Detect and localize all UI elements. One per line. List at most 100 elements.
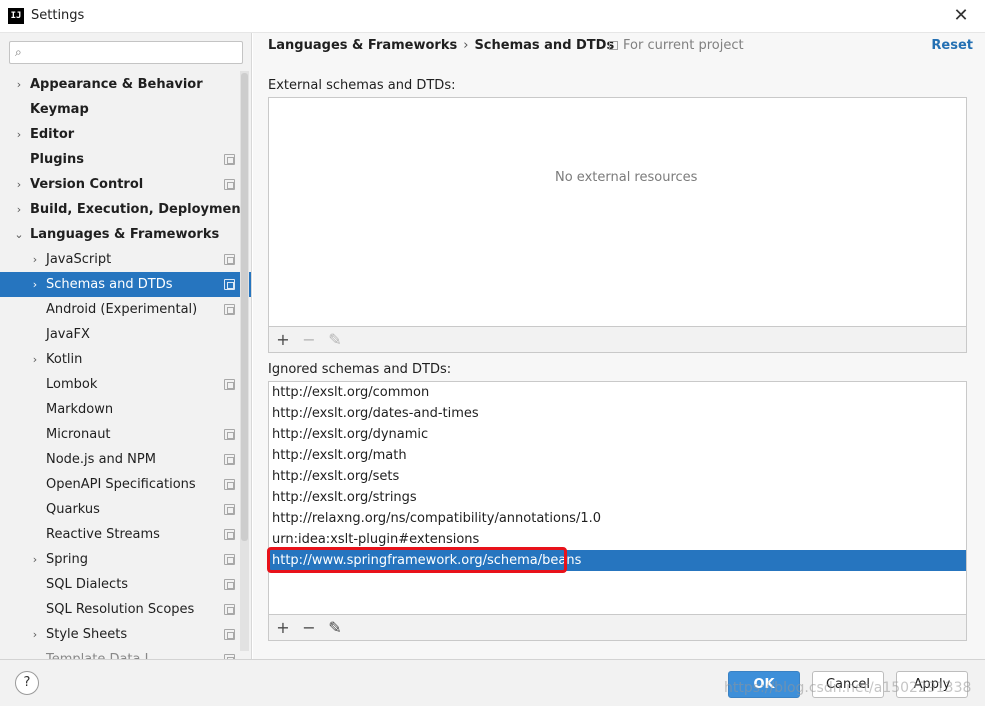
ignored-schema-row[interactable]: urn:idea:xslt-plugin#extensions	[269, 529, 966, 550]
ignored-schemas-label: Ignored schemas and DTDs:	[268, 362, 452, 377]
ignored-schema-row[interactable]: http://exslt.org/strings	[269, 487, 966, 508]
sidebar-item[interactable]: ⌄ Languages & Frameworks	[0, 222, 251, 247]
sidebar-item-label: Reactive Streams	[46, 527, 160, 542]
sidebar-item-label: Spring	[46, 552, 88, 567]
chevron-right-icon[interactable]: ›	[29, 272, 41, 297]
ok-button[interactable]: OK	[728, 671, 800, 698]
settings-sidebar: ⌕ › Appearance & Behavior Keymap › Editor Plu…	[0, 33, 252, 659]
close-icon[interactable]: ✕	[949, 4, 973, 28]
project-scope-icon	[609, 41, 618, 50]
chevron-right-icon[interactable]: ›	[29, 347, 41, 372]
chevron-right-icon[interactable]: ›	[13, 172, 25, 197]
sidebar-item-label: Appearance & Behavior	[30, 77, 203, 92]
sidebar-item[interactable]: Keymap	[0, 97, 251, 122]
project-scope-icon	[224, 479, 235, 490]
sidebar-item-label: Markdown	[46, 402, 114, 417]
sidebar-item-label: SQL Dialects	[46, 577, 129, 592]
cancel-button[interactable]: Cancel	[812, 671, 884, 698]
ignored-schema-row[interactable]: http://exslt.org/common	[269, 382, 966, 403]
breadcrumb-item: Schemas and DTDs	[474, 38, 615, 53]
dialog-footer: ? OK Cancel Apply https://blog.csdn.net/…	[0, 659, 985, 706]
chevron-right-icon[interactable]: ›	[29, 247, 41, 272]
external-empty-text: No external resources	[555, 170, 698, 185]
sidebar-item-label: SQL Resolution Scopes	[46, 602, 195, 617]
sidebar-item-label: Node.js and NPM	[46, 452, 156, 467]
sidebar-item-label: Micronaut	[46, 427, 111, 442]
ignored-schema-url: http://exslt.org/strings	[272, 490, 417, 505]
ignored-schema-row[interactable]: http://relaxng.org/ns/compatibility/anno…	[269, 508, 966, 529]
apply-button[interactable]: Apply	[896, 671, 968, 698]
sidebar-item-label: Languages & Frameworks	[30, 227, 220, 242]
sidebar-item[interactable]: › Schemas and DTDs	[0, 272, 251, 297]
sidebar-item-label: Editor	[30, 127, 75, 142]
chevron-down-icon[interactable]: ⌄	[13, 222, 25, 247]
sidebar-item[interactable]: Reactive Streams	[0, 522, 251, 547]
project-scope-icon	[224, 304, 235, 315]
sidebar-item-label: Lombok	[46, 377, 98, 392]
sidebar-item[interactable]: Android (Experimental)	[0, 297, 251, 322]
edit-external-button[interactable]: ✎	[325, 330, 345, 350]
project-scope-icon	[224, 279, 235, 290]
settings-search-box[interactable]: ⌕	[9, 41, 243, 64]
ignored-schema-row[interactable]: http://exslt.org/math	[269, 445, 966, 466]
sidebar-item[interactable]: › Kotlin	[0, 347, 251, 372]
ignored-schemas-list[interactable]: http://exslt.org/common http://exslt.org/…	[267, 381, 967, 615]
sidebar-item[interactable]: › Appearance & Behavior	[0, 72, 251, 97]
external-schemas-list[interactable]: No external resources	[268, 97, 967, 327]
sidebar-item[interactable]: Template Data L...	[0, 647, 251, 659]
settings-tree: › Appearance & Behavior Keymap › Editor Plugi…	[0, 72, 251, 659]
chevron-right-icon[interactable]: ›	[29, 547, 41, 572]
chevron-right-icon[interactable]: ›	[13, 72, 25, 97]
sidebar-item-label: Style Sheets	[46, 627, 128, 642]
chevron-right-icon[interactable]: ›	[13, 197, 25, 222]
ignored-schema-row[interactable]: http://exslt.org/dynamic	[269, 424, 966, 445]
project-scope-icon	[224, 604, 235, 615]
sidebar-item[interactable]: › Version Control	[0, 172, 251, 197]
sidebar-item-label: Keymap	[30, 102, 89, 117]
ignored-schema-row[interactable]: http://www.springframework.org/schema/be…	[267, 547, 966, 573]
remove-ignored-button[interactable]: −	[299, 618, 319, 638]
sidebar-item-label: Quarkus	[46, 502, 100, 517]
add-external-button[interactable]: +	[273, 330, 293, 350]
sidebar-item-label: OpenAPI Specifications	[46, 477, 196, 492]
sidebar-item[interactable]: › Build, Execution, Deployment	[0, 197, 251, 222]
project-scope-note: For current project	[609, 38, 744, 53]
sidebar-item[interactable]: Quarkus	[0, 497, 251, 522]
sidebar-item[interactable]: › Spring	[0, 547, 251, 572]
help-button[interactable]: ?	[15, 671, 39, 695]
project-scope-icon	[224, 179, 235, 190]
sidebar-scrollbar-thumb[interactable]	[241, 73, 248, 541]
sidebar-item[interactable]: Plugins	[0, 147, 251, 172]
sidebar-item[interactable]: SQL Resolution Scopes	[0, 597, 251, 622]
breadcrumb: Languages & Frameworks › Schemas and DTDs	[268, 38, 614, 55]
ignored-schema-row[interactable]: http://exslt.org/dates-and-times	[269, 403, 966, 424]
sidebar-item-label: Android (Experimental)	[46, 302, 198, 317]
sidebar-item-label: Version Control	[30, 177, 144, 192]
sidebar-item[interactable]: › Style Sheets	[0, 622, 251, 647]
sidebar-item[interactable]: OpenAPI Specifications	[0, 472, 251, 497]
sidebar-item[interactable]: › JavaScript	[0, 247, 251, 272]
sidebar-item[interactable]: JavaFX	[0, 322, 251, 347]
add-ignored-button[interactable]: +	[273, 618, 293, 638]
sidebar-item-label: Kotlin	[46, 352, 83, 367]
project-scope-icon	[224, 554, 235, 565]
project-scope-icon	[224, 504, 235, 515]
chevron-right-icon[interactable]: ›	[29, 622, 41, 647]
intellij-icon: IJ	[8, 8, 24, 24]
search-icon: ⌕	[15, 45, 22, 59]
chevron-right-icon[interactable]: ›	[13, 122, 25, 147]
ignored-schema-url: http://exslt.org/math	[272, 448, 407, 463]
sidebar-item[interactable]: › Editor	[0, 122, 251, 147]
settings-search-input[interactable]	[34, 44, 234, 61]
project-scope-icon	[224, 454, 235, 465]
edit-ignored-button[interactable]: ✎	[325, 618, 345, 638]
sidebar-item[interactable]: Node.js and NPM	[0, 447, 251, 472]
reset-link[interactable]: Reset	[931, 38, 973, 53]
sidebar-item[interactable]: SQL Dialects	[0, 572, 251, 597]
remove-external-button[interactable]: −	[299, 330, 319, 350]
breadcrumb-item[interactable]: Languages & Frameworks	[268, 38, 457, 53]
ignored-schema-row[interactable]: http://exslt.org/sets	[269, 466, 966, 487]
sidebar-item[interactable]: Markdown	[0, 397, 251, 422]
sidebar-item[interactable]: Micronaut	[0, 422, 251, 447]
sidebar-item[interactable]: Lombok	[0, 372, 251, 397]
